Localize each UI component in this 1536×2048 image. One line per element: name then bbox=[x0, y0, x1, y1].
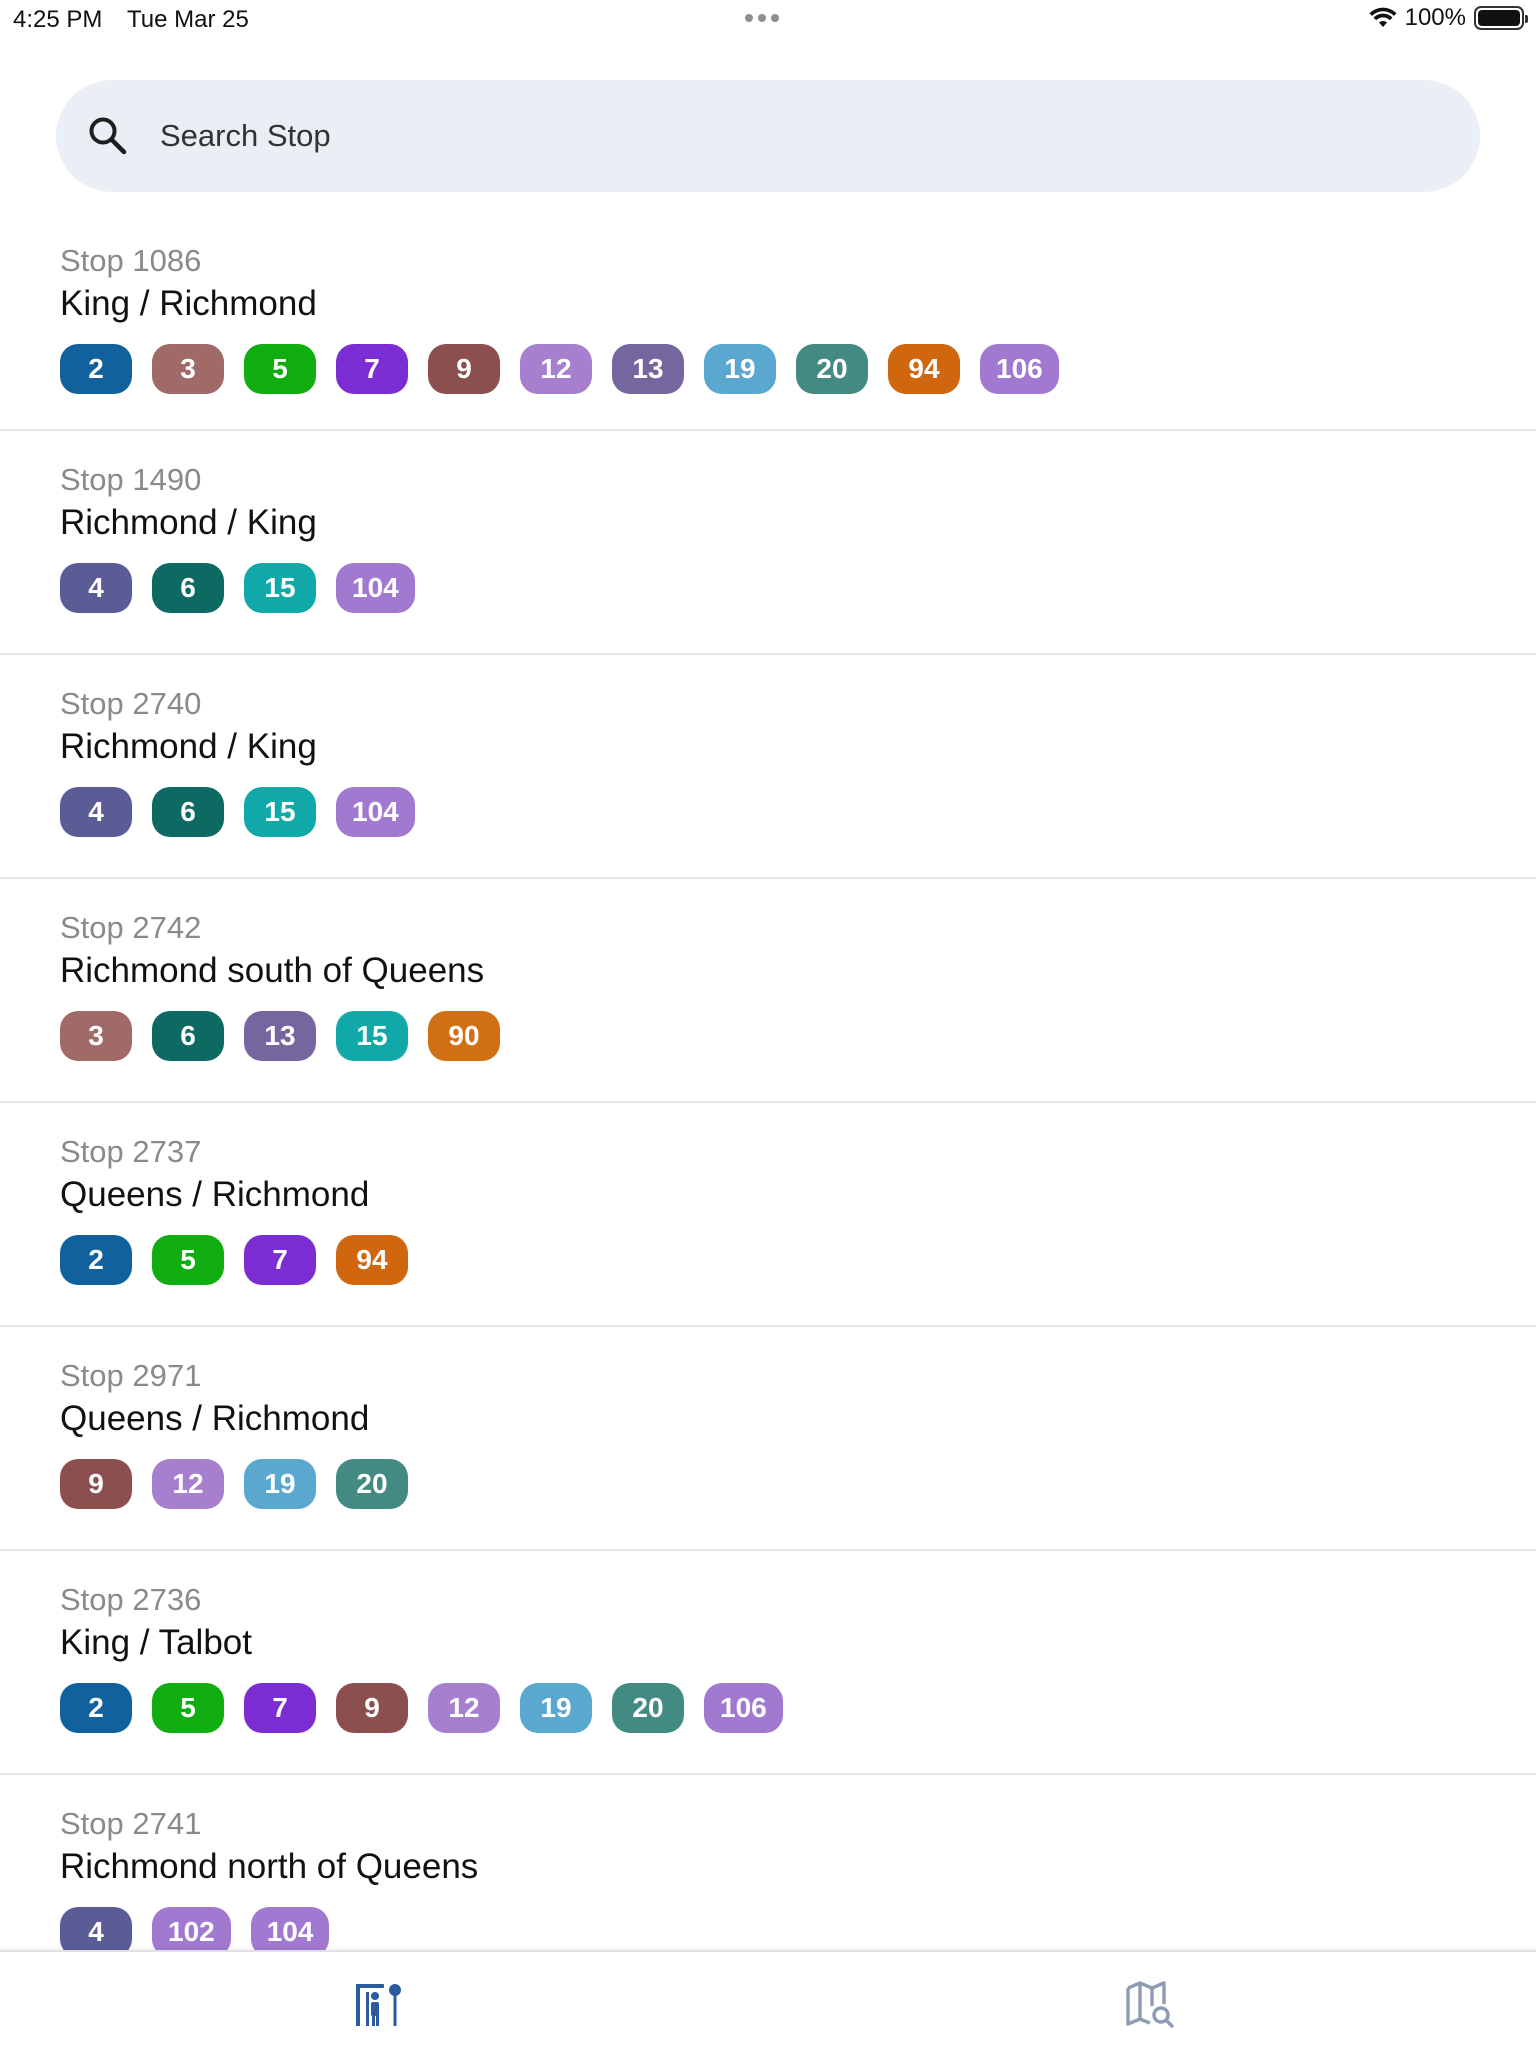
route-badge[interactable]: 2 bbox=[60, 1235, 132, 1285]
route-badge[interactable]: 3 bbox=[152, 344, 224, 394]
stop-name: Richmond south of Queens bbox=[60, 951, 485, 990]
route-badges: 4 6 15 104 bbox=[60, 787, 1536, 837]
route-badge[interactable]: 19 bbox=[244, 1459, 316, 1509]
stop-id: Stop 2736 bbox=[60, 1582, 202, 1617]
stop-list-item[interactable]: Stop 2742 Richmond south of Queens 3 6 13 15 9… bbox=[0, 879, 1536, 1103]
stop-id: Stop 2737 bbox=[60, 1134, 202, 1169]
route-badges: 2 5 7 94 bbox=[60, 1235, 1536, 1285]
status-bar: 4:25 PM Tue Mar 25 100% bbox=[0, 0, 1536, 40]
route-badge[interactable]: 15 bbox=[244, 787, 316, 837]
route-badge[interactable]: 7 bbox=[244, 1235, 316, 1285]
route-badge[interactable]: 12 bbox=[152, 1459, 224, 1509]
route-badge[interactable]: 15 bbox=[336, 1011, 408, 1061]
route-badge[interactable]: 7 bbox=[244, 1683, 316, 1733]
route-badge[interactable]: 5 bbox=[152, 1683, 224, 1733]
route-badge[interactable]: 9 bbox=[60, 1459, 132, 1509]
search-input[interactable] bbox=[160, 80, 1440, 192]
route-badge[interactable]: 5 bbox=[152, 1235, 224, 1285]
stop-list-item[interactable]: Stop 2740 Richmond / King 4 6 15 104 bbox=[0, 655, 1536, 879]
stop-id: Stop 1490 bbox=[60, 462, 202, 497]
route-badge[interactable]: 13 bbox=[612, 344, 684, 394]
route-badge[interactable]: 4 bbox=[60, 787, 132, 837]
status-date: Tue Mar 25 bbox=[127, 6, 249, 33]
stop-list-item[interactable]: Stop 2736 King / Talbot 2 5 7 9 12 19 20 106 bbox=[0, 1551, 1536, 1775]
route-badge[interactable]: 15 bbox=[244, 563, 316, 613]
route-badge[interactable]: 94 bbox=[888, 344, 960, 394]
multitasking-dots-icon[interactable] bbox=[745, 8, 779, 22]
status-right: 100% bbox=[1369, 4, 1528, 32]
stop-list-item[interactable]: Stop 2737 Queens / Richmond 2 5 7 94 bbox=[0, 1103, 1536, 1327]
route-badges: 9 12 19 20 bbox=[60, 1459, 1536, 1509]
tab-bar bbox=[0, 1950, 1536, 2048]
stop-name: King / Talbot bbox=[60, 1623, 252, 1662]
route-badges: 3 6 13 15 90 bbox=[60, 1011, 1536, 1061]
route-badges: 2 5 7 9 12 19 20 106 bbox=[60, 1683, 1536, 1733]
battery-fill bbox=[1478, 10, 1520, 26]
stop-id: Stop 2740 bbox=[60, 686, 202, 721]
route-badge[interactable]: 7 bbox=[336, 344, 408, 394]
route-badges: 4 6 15 104 bbox=[60, 563, 1536, 613]
route-badge[interactable]: 20 bbox=[612, 1683, 684, 1733]
stop-list-item[interactable]: Stop 2971 Queens / Richmond 9 12 19 20 bbox=[0, 1327, 1536, 1551]
wifi-icon bbox=[1369, 7, 1397, 27]
screen: 4:25 PM Tue Mar 25 100% Stop 1086 King / … bbox=[0, 0, 1536, 2048]
route-badge[interactable]: 9 bbox=[336, 1683, 408, 1733]
route-badge[interactable]: 6 bbox=[152, 563, 224, 613]
stop-name: Queens / Richmond bbox=[60, 1399, 370, 1438]
route-badge[interactable]: 6 bbox=[152, 1011, 224, 1061]
battery-percent: 100% bbox=[1404, 4, 1466, 31]
tab-map[interactable] bbox=[1124, 1980, 1184, 2030]
search-bar[interactable] bbox=[56, 80, 1480, 192]
route-badge[interactable]: 13 bbox=[244, 1011, 316, 1061]
route-badge[interactable]: 19 bbox=[704, 344, 776, 394]
battery-icon bbox=[1474, 6, 1528, 30]
search-icon bbox=[89, 117, 127, 155]
route-badge[interactable]: 5 bbox=[244, 344, 316, 394]
route-badge[interactable]: 94 bbox=[336, 1235, 408, 1285]
route-badge[interactable]: 9 bbox=[428, 344, 500, 394]
route-badge[interactable]: 106 bbox=[704, 1683, 783, 1733]
route-badge[interactable]: 12 bbox=[520, 344, 592, 394]
route-badge[interactable]: 2 bbox=[60, 1683, 132, 1733]
route-badge[interactable]: 19 bbox=[520, 1683, 592, 1733]
route-badge[interactable]: 2 bbox=[60, 344, 132, 394]
route-badge[interactable]: 90 bbox=[428, 1011, 500, 1061]
stop-id: Stop 2971 bbox=[60, 1358, 202, 1393]
stop-name: Richmond north of Queens bbox=[60, 1847, 479, 1886]
route-badge[interactable]: 6 bbox=[152, 787, 224, 837]
status-time: 4:25 PM bbox=[13, 6, 103, 33]
route-badge[interactable]: 106 bbox=[980, 344, 1059, 394]
bus-stop-icon bbox=[356, 1984, 401, 2026]
route-badge[interactable]: 12 bbox=[428, 1683, 500, 1733]
stop-list[interactable]: Stop 1086 King / Richmond 2 3 5 7 9 12 13 19 20 94 1… bbox=[0, 208, 1536, 1999]
route-badge[interactable]: 3 bbox=[60, 1011, 132, 1061]
stop-id: Stop 2742 bbox=[60, 910, 202, 945]
stop-list-item[interactable]: Stop 1086 King / Richmond 2 3 5 7 9 12 13 19 20 94 1… bbox=[0, 208, 1536, 431]
stop-id: Stop 1086 bbox=[60, 243, 202, 278]
stop-name: King / Richmond bbox=[60, 284, 317, 323]
stop-list-item[interactable]: Stop 1490 Richmond / King 4 6 15 104 bbox=[0, 431, 1536, 655]
stop-name: Queens / Richmond bbox=[60, 1175, 370, 1214]
tab-stops[interactable] bbox=[354, 1980, 414, 2030]
route-badge[interactable]: 20 bbox=[796, 344, 868, 394]
route-badges: 2 3 5 7 9 12 13 19 20 94 106 bbox=[60, 344, 1536, 394]
stop-id: Stop 2741 bbox=[60, 1806, 202, 1841]
map-search-icon bbox=[1126, 1981, 1174, 2028]
route-badge[interactable]: 20 bbox=[336, 1459, 408, 1509]
stop-name: Richmond / King bbox=[60, 727, 317, 766]
stop-name: Richmond / King bbox=[60, 503, 317, 542]
route-badge[interactable]: 104 bbox=[336, 563, 415, 613]
route-badge[interactable]: 4 bbox=[60, 563, 132, 613]
route-badge[interactable]: 104 bbox=[336, 787, 415, 837]
